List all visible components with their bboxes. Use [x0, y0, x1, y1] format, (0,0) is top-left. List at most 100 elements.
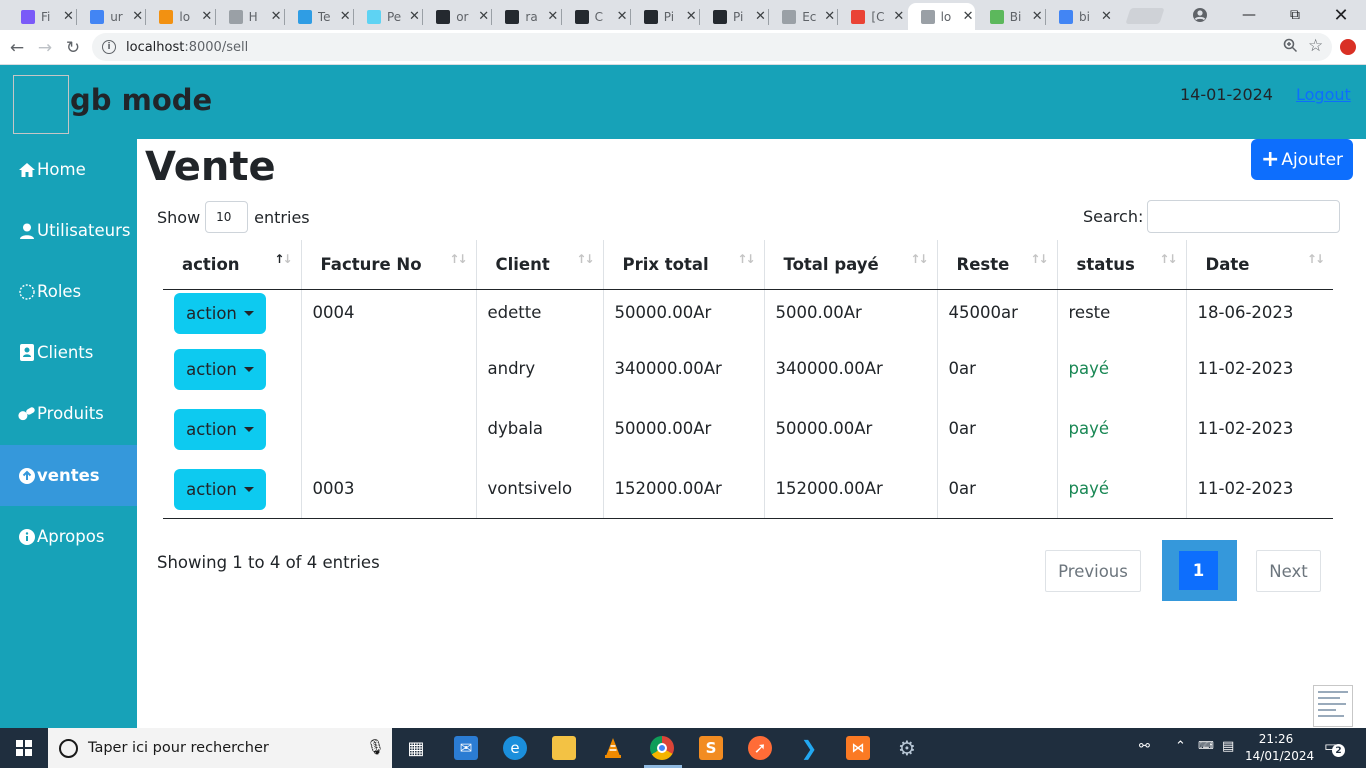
xampp-icon[interactable]: ⋈: [846, 736, 870, 760]
column-header-reste[interactable]: Reste ↑↓: [936, 240, 1057, 290]
tab-close-icon[interactable]: ✕: [478, 9, 489, 24]
tab-favicon-icon: [228, 9, 243, 24]
task-view-icon[interactable]: ▦: [404, 736, 428, 760]
column-header-status[interactable]: status ↑↓: [1056, 240, 1186, 290]
action-dropdown-button[interactable]: action: [174, 349, 266, 390]
postman-icon[interactable]: ➚: [748, 736, 772, 760]
page-length-select[interactable]: 10: [205, 201, 249, 233]
browser-tab[interactable]: Pe ✕: [354, 3, 421, 30]
action-dropdown-button[interactable]: action: [174, 292, 266, 334]
mail-icon[interactable]: ✉: [454, 736, 478, 760]
sidebar-item-apropos[interactable]: Apropos: [0, 506, 137, 567]
browser-tab[interactable]: lo ✕: [146, 3, 213, 30]
microphone-icon[interactable]: 🎙: [366, 738, 385, 756]
profile-icon[interactable]: [1177, 0, 1223, 30]
zoom-icon[interactable]: [1283, 38, 1298, 57]
tab-close-icon[interactable]: ✕: [893, 9, 904, 24]
show-hidden-icons-chevron-icon[interactable]: ⌃: [1175, 739, 1186, 754]
tab-close-icon[interactable]: ✕: [963, 9, 974, 24]
notification-center-icon[interactable]: ▭ 2: [1324, 737, 1345, 757]
browser-tab[interactable]: Te ✕: [285, 3, 352, 30]
chrome-icon[interactable]: [650, 736, 674, 760]
tab-close-icon[interactable]: ✕: [132, 9, 143, 24]
column-header-total-paye[interactable]: Total payé ↑↓: [763, 240, 937, 290]
sidebar-item-label: Clients: [37, 343, 94, 362]
tab-close-icon[interactable]: ✕: [547, 9, 558, 24]
pagination-page-button[interactable]: 1: [1179, 551, 1218, 590]
prix-total-cell: 340000.00Ar: [602, 346, 764, 406]
tab-close-icon[interactable]: ✕: [617, 9, 628, 24]
logout-link[interactable]: Logout: [1296, 85, 1351, 104]
sidebar-item-home[interactable]: Home: [0, 139, 137, 200]
sidebar: Home Utilisateurs Roles Clients Produits…: [0, 139, 137, 728]
tab-close-icon[interactable]: ✕: [1101, 9, 1112, 24]
bookmark-star-icon[interactable]: ☆: [1308, 36, 1323, 56]
tab-close-icon[interactable]: ✕: [340, 9, 351, 24]
column-header-prix-total[interactable]: Prix total ↑↓: [602, 240, 764, 290]
new-tab-button[interactable]: [1125, 8, 1165, 24]
browser-tab[interactable]: Pi ✕: [631, 3, 698, 30]
system-clock[interactable]: 21:26 14/01/2024: [1245, 731, 1315, 765]
sidebar-item-utilisateurs[interactable]: Utilisateurs: [0, 200, 137, 261]
browser-tab[interactable]: [C ✕: [838, 3, 905, 30]
browser-tab[interactable]: Bi ✕: [977, 3, 1044, 30]
tab-close-icon[interactable]: ✕: [1032, 9, 1043, 24]
network-icon[interactable]: ▤: [1222, 739, 1234, 754]
sidebar-item-label: Apropos: [37, 527, 105, 546]
action-dropdown-button[interactable]: action: [174, 409, 266, 450]
settings-gear-icon[interactable]: ⚙: [895, 736, 919, 760]
back-arrow-icon[interactable]: ←: [5, 36, 29, 60]
column-header-client[interactable]: Client ↑↓: [475, 240, 603, 290]
browser-tab[interactable]: ur ✕: [77, 3, 144, 30]
taskbar-search-box[interactable]: Taper ici pour rechercher 🎙: [48, 728, 392, 768]
address-bar[interactable]: i localhost:8000/sell: [92, 33, 1332, 61]
add-sale-button[interactable]: + Ajouter: [1251, 139, 1353, 180]
sidebar-item-roles[interactable]: Roles: [0, 261, 137, 322]
column-header-date[interactable]: Date ↑↓: [1185, 240, 1333, 290]
tab-close-icon[interactable]: ✕: [755, 9, 766, 24]
file-explorer-icon[interactable]: [552, 736, 576, 760]
browser-tab[interactable]: or ✕: [423, 3, 490, 30]
pagination-next-button[interactable]: Next: [1256, 550, 1321, 592]
tab-close-icon[interactable]: ✕: [409, 9, 420, 24]
browser-tab[interactable]: Fi ✕: [8, 3, 75, 30]
reload-icon[interactable]: ↻: [61, 36, 85, 60]
start-button[interactable]: [0, 728, 48, 768]
browser-tab[interactable]: lo ✕: [907, 3, 975, 30]
vscode-icon[interactable]: ❯: [797, 736, 821, 760]
browser-tab[interactable]: C ✕: [562, 3, 629, 30]
pagination-previous-button[interactable]: Previous: [1045, 550, 1141, 592]
tab-close-icon[interactable]: ✕: [63, 9, 74, 24]
sidebar-item-ventes[interactable]: ventes: [0, 445, 137, 506]
browser-tab[interactable]: Ec ✕: [769, 3, 836, 30]
restore-window-icon[interactable]: ⧉: [1272, 0, 1318, 30]
people-icon[interactable]: ⚯: [1139, 739, 1150, 754]
column-header-facture[interactable]: Facture No ↑↓: [300, 240, 476, 290]
sidebar-item-clients[interactable]: Clients: [0, 322, 137, 383]
input-method-icon[interactable]: ⌨: [1198, 739, 1214, 752]
sublime-text-icon[interactable]: S: [699, 736, 723, 760]
minimize-window-icon[interactable]: —: [1226, 0, 1272, 30]
screenshot-preview-thumbnail[interactable]: [1313, 685, 1353, 727]
browser-tab[interactable]: bi ✕: [1046, 3, 1113, 30]
vlc-icon[interactable]: [601, 736, 625, 760]
tab-close-icon[interactable]: ✕: [201, 9, 212, 24]
browser-tab[interactable]: Pi ✕: [700, 3, 767, 30]
tab-close-icon[interactable]: ✕: [686, 9, 697, 24]
action-dropdown-button[interactable]: action: [174, 469, 266, 510]
column-header-action[interactable]: action ↑↓: [163, 240, 301, 290]
forward-arrow-icon[interactable]: →: [33, 36, 57, 60]
search-input[interactable]: [1147, 200, 1340, 233]
tab-separator: [76, 9, 78, 25]
close-window-icon[interactable]: ✕: [1318, 0, 1364, 30]
edge-browser-icon[interactable]: e: [503, 736, 527, 760]
site-info-icon[interactable]: i: [102, 40, 116, 54]
sidebar-item-produits[interactable]: Produits: [0, 383, 137, 444]
extension-icon[interactable]: [1340, 39, 1356, 55]
clock-date: 14/01/2024: [1245, 749, 1315, 763]
tab-close-icon[interactable]: ✕: [271, 9, 282, 24]
browser-tab[interactable]: ra ✕: [492, 3, 559, 30]
tab-close-icon[interactable]: ✕: [824, 9, 835, 24]
browser-tab[interactable]: H ✕: [216, 3, 283, 30]
tab-favicon-icon: [367, 9, 381, 24]
